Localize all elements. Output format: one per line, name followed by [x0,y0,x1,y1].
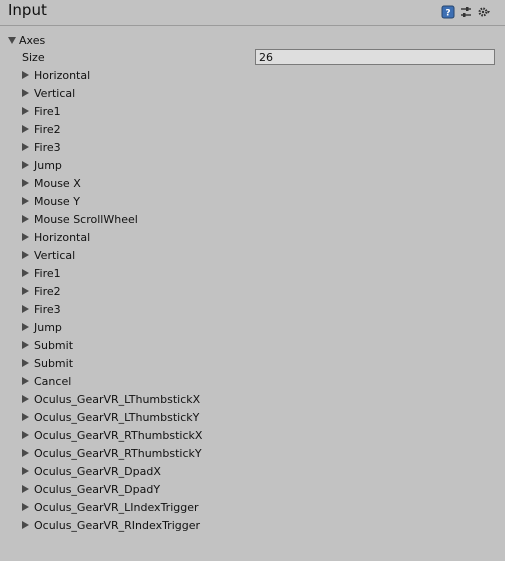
foldout-collapsed-arrow-icon[interactable] [22,377,29,385]
foldout-collapsed-arrow-icon[interactable] [22,323,29,331]
axes-label: Axes [19,33,46,47]
axis-item-label: Oculus_GearVR_LThumbstickY [34,410,200,424]
axis-item[interactable]: Oculus_GearVR_RThumbstickX [22,426,482,444]
axis-item[interactable]: Oculus_GearVR_RThumbstickY [22,444,482,462]
axis-item[interactable]: Oculus_GearVR_DpadY [22,480,482,498]
foldout-collapsed-arrow-icon[interactable] [22,215,29,223]
axis-item-label: Fire3 [34,140,61,154]
foldout-collapsed-arrow-icon[interactable] [22,485,29,493]
foldout-collapsed-arrow-icon[interactable] [22,341,29,349]
foldout-collapsed-arrow-icon[interactable] [22,503,29,511]
axis-item-label: Mouse Y [34,194,80,208]
foldout-collapsed-arrow-icon[interactable] [22,431,29,439]
axis-item-label: Cancel [34,374,72,388]
axis-item[interactable]: Horizontal [22,228,482,246]
axis-item-label: Fire2 [34,284,61,298]
axis-item-label: Fire1 [34,104,61,118]
inspector-title: Input [8,1,47,19]
axis-item[interactable]: Submit [22,336,482,354]
axes-list: Horizontal Vertical Fire1 Fire2 Fire3 Jump Mou… [22,66,482,534]
foldout-collapsed-arrow-icon[interactable] [22,179,29,187]
axis-item-label: Submit [34,356,74,370]
foldout-collapsed-arrow-icon[interactable] [22,467,29,475]
axis-item-label: Oculus_GearVR_LThumbstickX [34,392,201,406]
axis-item[interactable]: Cancel [22,372,482,390]
foldout-collapsed-arrow-icon[interactable] [22,287,29,295]
help-icon[interactable]: ? [441,4,455,19]
foldout-collapsed-arrow-icon[interactable] [22,521,29,529]
axis-item[interactable]: Jump [22,156,482,174]
axis-item[interactable]: Jump [22,318,482,336]
axis-item[interactable]: Horizontal [22,66,482,84]
axis-item[interactable]: Mouse ScrollWheel [22,210,482,228]
foldout-collapsed-arrow-icon[interactable] [22,233,29,241]
axis-item[interactable]: Vertical [22,246,482,264]
axis-item[interactable]: Fire2 [22,282,482,300]
axis-item-label: Jump [34,320,62,334]
axis-item-label: Horizontal [34,68,91,82]
axis-item[interactable]: Mouse Y [22,192,482,210]
axis-item[interactable]: Oculus_GearVR_LIndexTrigger [22,498,482,516]
axis-item[interactable]: Fire3 [22,138,482,156]
foldout-collapsed-arrow-icon[interactable] [22,125,29,133]
axis-item[interactable]: Fire1 [22,102,482,120]
settings-gear-icon[interactable] [477,4,491,18]
axis-item[interactable]: Mouse X [22,174,482,192]
axis-item[interactable]: Oculus_GearVR_LThumbstickX [22,390,482,408]
foldout-collapsed-arrow-icon[interactable] [22,395,29,403]
axis-item[interactable]: Fire2 [22,120,482,138]
axis-item-label: Horizontal [34,230,91,244]
foldout-collapsed-arrow-icon[interactable] [22,305,29,313]
size-label: Size [22,50,45,64]
axis-item-label: Submit [34,338,74,352]
size-row: Size [22,48,495,66]
svg-text:?: ? [445,9,450,19]
axis-item-label: Mouse X [34,176,81,190]
foldout-collapsed-arrow-icon[interactable] [22,89,29,97]
axis-item-label: Oculus_GearVR_DpadX [34,464,161,478]
foldout-collapsed-arrow-icon[interactable] [22,269,29,277]
axis-item-label: Oculus_GearVR_RIndexTrigger [34,518,201,532]
axis-item[interactable]: Oculus_GearVR_DpadX [22,462,482,480]
header-icons: ? [441,4,491,19]
foldout-collapsed-arrow-icon[interactable] [22,251,29,259]
foldout-collapsed-arrow-icon[interactable] [22,413,29,421]
foldout-collapsed-arrow-icon[interactable] [22,449,29,457]
axis-item-label: Jump [34,158,62,172]
axis-item[interactable]: Fire1 [22,264,482,282]
axis-item[interactable]: Oculus_GearVR_LThumbstickY [22,408,482,426]
axis-item[interactable]: Submit [22,354,482,372]
axis-item-label: Oculus_GearVR_RThumbstickX [34,428,203,442]
foldout-expanded-arrow-icon[interactable] [8,36,16,44]
size-field[interactable] [255,49,495,65]
foldout-collapsed-arrow-icon[interactable] [22,143,29,151]
axis-item-label: Vertical [34,86,76,100]
axis-item-label: Oculus_GearVR_RThumbstickY [34,446,202,460]
inspector-header: Input ? [0,0,505,26]
axis-item-label: Fire2 [34,122,61,136]
axis-item-label: Fire3 [34,302,61,316]
axis-item-label: Mouse ScrollWheel [34,212,138,226]
foldout-collapsed-arrow-icon[interactable] [22,161,29,169]
foldout-collapsed-arrow-icon[interactable] [22,197,29,205]
axis-item[interactable]: Oculus_GearVR_RIndexTrigger [22,516,482,534]
foldout-collapsed-arrow-icon[interactable] [22,359,29,367]
axis-item-label: Oculus_GearVR_DpadY [34,482,161,496]
axis-item-label: Fire1 [34,266,61,280]
foldout-collapsed-arrow-icon[interactable] [22,71,29,79]
axis-item-label: Vertical [34,248,76,262]
foldout-collapsed-arrow-icon[interactable] [22,107,29,115]
axes-foldout[interactable]: Axes [8,32,45,48]
axis-item[interactable]: Fire3 [22,300,482,318]
preset-icon[interactable] [459,4,473,18]
axis-item-label: Oculus_GearVR_LIndexTrigger [34,500,199,514]
axis-item[interactable]: Vertical [22,84,482,102]
